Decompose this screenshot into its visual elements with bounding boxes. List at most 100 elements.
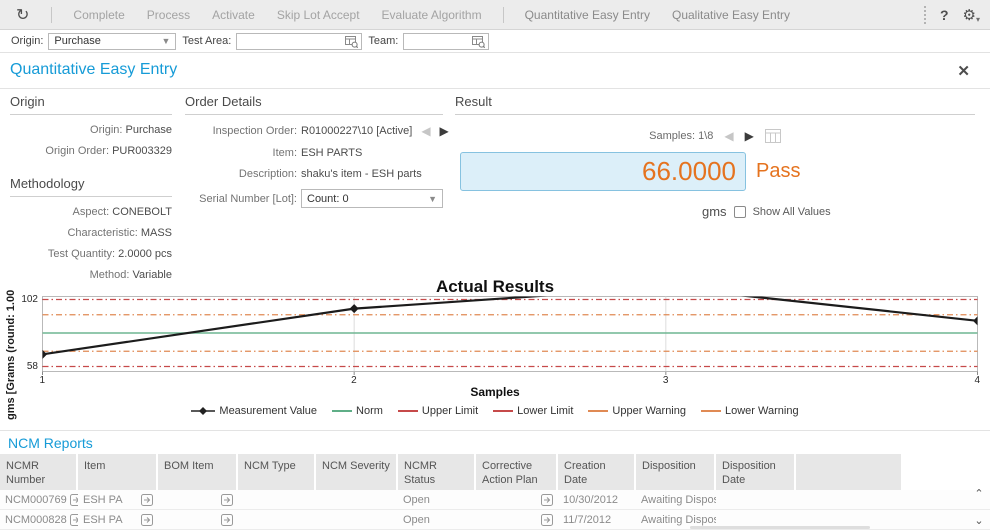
table-cell-bom-item xyxy=(158,490,238,509)
legend-label: Norm xyxy=(356,405,383,417)
table-cell-disposition: Awaiting Dispositi xyxy=(636,490,716,509)
column-header-ncm-type[interactable]: NCM Type xyxy=(238,454,316,490)
column-header-bom-item[interactable]: BOM Item xyxy=(158,454,238,490)
open-detail-icon[interactable] xyxy=(141,514,153,526)
legend-item-lower-limit: Lower Limit xyxy=(493,405,573,417)
cell-text: NCM000769 xyxy=(5,494,67,506)
cell-text: Awaiting Dispositi xyxy=(641,494,716,506)
toolbar-disabled-group: CompleteProcessActivateSkip Lot AcceptEv… xyxy=(62,8,492,22)
table-cell-item: ESH PA xyxy=(78,510,158,529)
measurement-value-input[interactable]: 66.0000 xyxy=(460,152,746,191)
column-header-ncmr-number[interactable]: NCMR Number xyxy=(0,454,78,490)
cell-text: 10/30/2012 xyxy=(563,494,618,506)
help-icon[interactable]: ? xyxy=(940,7,949,23)
divider xyxy=(0,88,990,89)
legend-label: Lower Limit xyxy=(517,405,573,417)
open-detail-icon[interactable] xyxy=(221,494,233,506)
table-row[interactable]: NCM000769ESH PAOpen10/30/2012Awaiting Di… xyxy=(0,490,990,510)
sample-table-icon xyxy=(765,129,781,143)
origin-field: Origin: Purchase xyxy=(10,124,172,136)
legend-swatch xyxy=(398,406,418,416)
next-sample-icon[interactable]: ▶ xyxy=(745,129,754,143)
filter-bar: Origin: Purchase ▼ Test Area: Team: xyxy=(0,30,990,53)
show-all-values-label: Show All Values xyxy=(753,206,831,218)
origin-order-field: Origin Order: PUR003329 xyxy=(10,145,172,157)
origin-select[interactable]: Purchase ▼ xyxy=(48,33,176,50)
serial-number-select[interactable]: Count: 0 ▼ xyxy=(301,189,443,208)
table-cell-bom-item xyxy=(158,510,238,529)
table-cell-ncm-type xyxy=(238,510,316,529)
next-order-icon[interactable]: ▶ xyxy=(440,124,449,138)
result-section-title: Result xyxy=(455,94,975,115)
open-detail-icon[interactable] xyxy=(70,514,78,526)
toolbar-button-process: Process xyxy=(136,8,201,22)
legend-item-lower-warning: Lower Warning xyxy=(701,405,799,417)
description-field: Description: shaku's item - ESH parts xyxy=(185,168,443,180)
open-detail-icon[interactable] xyxy=(70,494,78,506)
table-cell-ncm-severity xyxy=(316,510,398,529)
table-cell-corrective-action-plan xyxy=(476,510,558,529)
legend-label: Lower Warning xyxy=(725,405,799,417)
value-help-icon[interactable] xyxy=(472,35,485,48)
test-quantity-field: Test Quantity: 2.0000 pcs xyxy=(10,248,172,260)
test-area-input[interactable] xyxy=(236,33,362,50)
close-icon[interactable]: ✕ xyxy=(957,62,970,80)
legend-item-measurement-value: Measurement Value xyxy=(191,405,317,417)
table-cell-ncmr-number: NCM000769 xyxy=(0,490,78,509)
value-help-icon[interactable] xyxy=(345,35,358,48)
legend-swatch xyxy=(588,406,608,416)
cell-text: NCM000828 xyxy=(5,514,67,526)
x-tick-label: 4 xyxy=(975,375,981,386)
table-body: NCM000769ESH PAOpen10/30/2012Awaiting Di… xyxy=(0,490,990,530)
legend-swatch xyxy=(493,406,513,416)
scroll-up-icon[interactable]: ⌃ xyxy=(974,489,983,500)
chevron-down-icon: ▼ xyxy=(161,36,170,46)
gear-icon[interactable]: ⚙▾ xyxy=(963,6,980,24)
actual-results-chart: Actual Results gms [Grams (round: 1.00 S… xyxy=(0,268,990,432)
origin-section: Origin Origin: Purchase Origin Order: PU… xyxy=(10,94,172,157)
characteristic-field: Characteristic: MASS xyxy=(10,227,172,239)
cell-text: ESH PA xyxy=(83,494,123,506)
column-header-ncmr-status[interactable]: NCMR Status xyxy=(398,454,476,490)
table-header-row: NCMR NumberItemBOM ItemNCM TypeNCM Sever… xyxy=(0,454,990,490)
column-header-ncm-severity[interactable]: NCM Severity xyxy=(316,454,398,490)
show-all-values-checkbox[interactable] xyxy=(734,206,746,218)
toolbar-button-qualitative-easy-entry[interactable]: Qualitative Easy Entry xyxy=(661,8,801,22)
unit-label: gms xyxy=(702,204,727,219)
cell-text: ESH PA xyxy=(83,514,123,526)
table-cell-creation-date: 10/30/2012 xyxy=(558,490,636,509)
ncm-reports-title: NCM Reports xyxy=(8,435,93,451)
table-horizontal-scrollbar[interactable] xyxy=(690,526,870,529)
y-tick-label: 58 xyxy=(14,361,38,372)
scroll-down-icon[interactable]: ⌄ xyxy=(974,516,983,527)
table-cell-corrective-action-plan xyxy=(476,490,558,509)
origin-filter-label: Origin: xyxy=(11,35,43,47)
table-vertical-scrollbar[interactable]: ⌃ ⌄ xyxy=(971,489,987,527)
column-header-item[interactable]: Item xyxy=(78,454,158,490)
open-detail-icon[interactable] xyxy=(141,494,153,506)
toolbar-button-activate: Activate xyxy=(201,8,266,22)
samples-navigator: Samples: 1\8 ◀ ▶ xyxy=(455,129,975,143)
column-header-disposition[interactable]: Disposition xyxy=(636,454,716,490)
chart-legend: Measurement ValueNormUpper LimitLower Li… xyxy=(0,405,990,417)
toolbar-separator xyxy=(51,7,52,23)
column-header-corrective-action-plan[interactable]: Corrective Action Plan xyxy=(476,454,558,490)
legend-swatch xyxy=(332,406,352,416)
order-details-section: Order Details Inspection Order: R0100022… xyxy=(185,94,443,208)
table-cell-item: ESH PA xyxy=(78,490,158,509)
open-detail-icon[interactable] xyxy=(541,514,553,526)
toolbar-button-skip-lot-accept: Skip Lot Accept xyxy=(266,8,371,22)
previous-order-icon: ◀ xyxy=(421,124,430,138)
team-label: Team: xyxy=(368,35,398,47)
chart-x-axis-label: Samples xyxy=(0,385,990,399)
column-header-disposition-date[interactable]: Disposition Date xyxy=(716,454,796,490)
test-area-label: Test Area: xyxy=(182,35,231,47)
column-header-creation-date[interactable]: Creation Date xyxy=(558,454,636,490)
status-badge: Pass xyxy=(756,160,800,183)
open-detail-icon[interactable] xyxy=(541,494,553,506)
team-input[interactable] xyxy=(403,33,489,50)
origin-select-value: Purchase xyxy=(54,35,100,47)
toolbar-button-quantitative-easy-entry[interactable]: Quantitative Easy Entry xyxy=(514,8,661,22)
open-detail-icon[interactable] xyxy=(221,514,233,526)
refresh-icon[interactable]: ↻ xyxy=(16,5,29,25)
